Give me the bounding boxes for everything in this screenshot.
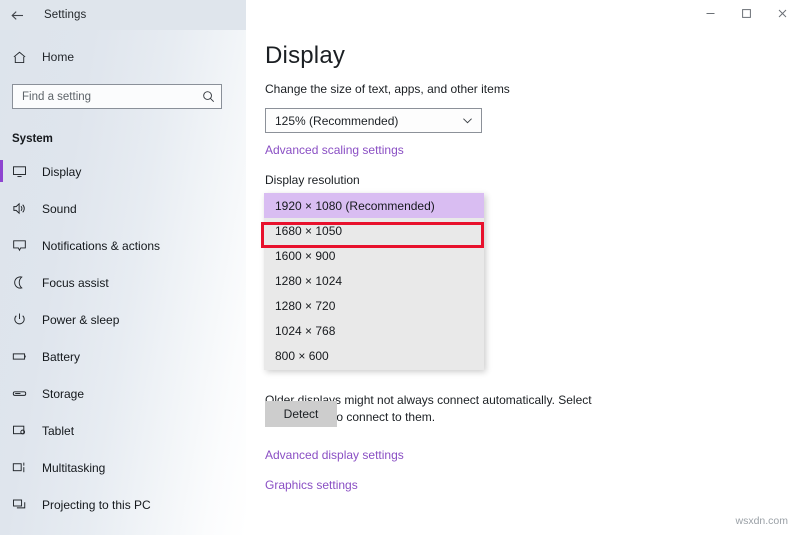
sidebar-label: Multitasking <box>42 460 106 475</box>
watermark: wsxdn.com <box>735 515 788 527</box>
display-resolution-label: Display resolution <box>265 173 360 187</box>
sidebar-item-battery[interactable]: Battery <box>0 338 246 375</box>
sidebar-item-sound[interactable]: Sound <box>0 190 246 227</box>
resolution-option[interactable]: 1024 × 768 <box>264 318 484 343</box>
moon-icon <box>12 275 36 290</box>
sidebar-item-power-sleep[interactable]: Power & sleep <box>0 301 246 338</box>
main-content: Display Change the size of text, apps, a… <box>246 30 800 535</box>
sidebar-label: Display <box>42 164 82 179</box>
advanced-display-settings-link[interactable]: Advanced display settings <box>265 448 404 462</box>
sidebar-item-home[interactable]: Home <box>0 42 246 72</box>
power-icon <box>12 312 36 327</box>
tablet-icon <box>12 423 36 438</box>
sidebar-item-projecting[interactable]: Projecting to this PC <box>0 486 246 523</box>
sidebar-item-tablet[interactable]: Tablet <box>0 412 246 449</box>
projecting-icon <box>12 497 36 512</box>
storage-icon <box>12 386 36 401</box>
resolution-option[interactable]: 1280 × 720 <box>264 293 484 318</box>
sidebar-item-notifications[interactable]: Notifications & actions <box>0 227 246 264</box>
multitasking-icon <box>12 460 36 475</box>
scale-dropdown[interactable]: 125% (Recommended) <box>265 108 482 133</box>
resolution-option[interactable]: 1600 × 900 <box>264 243 484 268</box>
scale-value: 125% (Recommended) <box>275 113 399 128</box>
detect-button[interactable]: Detect <box>265 401 337 427</box>
sidebar-item-display[interactable]: Display <box>0 153 246 190</box>
sidebar-item-multitasking[interactable]: Multitasking <box>0 449 246 486</box>
sidebar-label: Focus assist <box>42 275 109 290</box>
resolution-option[interactable]: 1920 × 1080 (Recommended) <box>264 193 484 218</box>
battery-icon <box>12 349 36 364</box>
home-icon <box>12 50 34 65</box>
scale-label: Change the size of text, apps, and other… <box>265 82 510 96</box>
minimize-icon[interactable] <box>692 0 728 26</box>
sidebar-home-label: Home <box>42 50 75 64</box>
close-icon[interactable] <box>764 0 800 26</box>
search-input[interactable] <box>22 90 202 103</box>
sidebar: Home System Display <box>0 30 246 535</box>
back-arrow-icon[interactable] <box>0 0 34 30</box>
resolution-option[interactable]: 800 × 600 <box>264 343 484 368</box>
sidebar-label: Tablet <box>42 423 75 438</box>
chevron-down-icon <box>461 114 474 127</box>
speaker-icon <box>12 201 36 216</box>
maximize-icon[interactable] <box>728 0 764 26</box>
advanced-scaling-settings-link[interactable]: Advanced scaling settings <box>265 143 404 157</box>
sidebar-section-title: System <box>12 133 53 145</box>
resolution-option[interactable]: 1680 × 1050 <box>264 218 484 243</box>
sidebar-item-storage[interactable]: Storage <box>0 375 246 412</box>
page-title: Display <box>265 42 346 69</box>
sidebar-label: Notifications & actions <box>42 238 161 253</box>
sidebar-label: Battery <box>42 349 81 364</box>
sidebar-label: Sound <box>42 201 77 216</box>
settings-window: Settings Home Find a setting System Disp… <box>0 0 800 535</box>
graphics-settings-link[interactable]: Graphics settings <box>265 478 358 492</box>
title-bar-left: Settings <box>0 0 246 30</box>
notification-icon <box>12 238 36 253</box>
resolution-dropdown-list[interactable]: 1920 × 1080 (Recommended) 1680 × 1050 16… <box>264 193 484 370</box>
monitor-icon <box>12 164 36 179</box>
title-bar: Settings <box>0 0 800 30</box>
sidebar-label: Power & sleep <box>42 312 120 327</box>
sidebar-item-focus-assist[interactable]: Focus assist <box>0 264 246 301</box>
sidebar-label: Storage <box>42 386 85 401</box>
sidebar-label: Projecting to this PC <box>42 497 151 512</box>
search-icon <box>202 90 215 103</box>
sidebar-nav-list: Display Sound Notifications & actions Fo… <box>0 153 246 523</box>
resolution-option[interactable]: 1280 × 1024 <box>264 268 484 293</box>
search-box[interactable] <box>12 84 222 109</box>
window-controls <box>246 0 800 30</box>
window-title: Settings <box>44 9 87 21</box>
